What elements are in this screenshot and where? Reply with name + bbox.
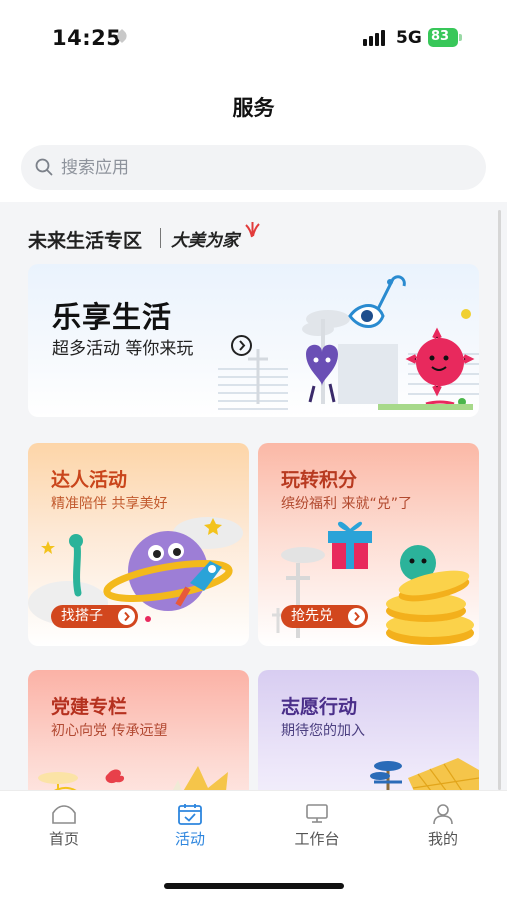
zone-divider [160,228,161,248]
card-title: 玩转积分 [281,469,358,491]
flower-logo-icon [245,222,260,238]
tab-bar: 首页 活动 工作台 我的 [0,790,507,900]
card-title: 达人活动 [51,469,128,491]
calendar-check-icon [178,804,202,825]
tab-label: 首页 [48,830,79,848]
card-subtitle: 缤纷福利 来就“兑”了 [281,496,412,512]
battery-level: 83 [431,29,450,44]
banner-lexiang[interactable]: 乐享生活 超多活动 等你来玩 [28,264,479,417]
home-icon [52,805,76,824]
card-daren-activity[interactable]: 达人活动 精准陪伴 共享美好 找搭子 [28,443,249,646]
button-label: 抢先兑 [291,608,333,624]
search-bar[interactable] [21,145,486,190]
card-party-building[interactable]: 党建专栏 初心向党 传承远望 [28,670,249,790]
banner-arrow-button[interactable] [231,335,252,356]
tab-workbench[interactable]: 工作台 [267,803,367,853]
page-title: 服务 [232,96,275,120]
network-type: 5G [396,28,422,48]
banner-title: 乐享生活 [52,300,173,334]
battery-icon: 83 [428,28,458,47]
tab-label: 活动 [174,830,205,848]
search-icon [35,158,53,176]
user-icon [433,804,453,825]
card-title: 党建专栏 [51,696,128,718]
chevron-right-icon [239,340,246,351]
zone-logo: 大美为家 [171,231,239,251]
card-subtitle: 精准陪伴 共享美好 [51,496,168,512]
redeem-button[interactable]: 抢先兑 [281,605,368,628]
tab-activity[interactable]: 活动 [140,803,240,853]
monitor-icon [306,804,328,823]
status-bar: 14:25 5G 83 [0,0,507,70]
search-input[interactable] [61,145,461,190]
chevron-right-icon [118,608,135,625]
zone-title: 未来生活专区 [28,230,143,252]
card-subtitle: 期待您的加入 [281,723,365,739]
status-time: 14:25 [52,26,122,50]
battery-cap [459,34,462,41]
tab-home[interactable]: 首页 [14,803,114,853]
scrollbar[interactable] [498,210,501,790]
banner-illustration [218,275,479,410]
chevron-right-icon [348,608,365,625]
tab-label: 工作台 [294,830,340,848]
tab-label: 我的 [427,830,458,848]
card-title: 志愿行动 [281,696,358,718]
card-subtitle: 初心向党 传承远望 [51,723,168,739]
signal-icon [363,30,389,46]
content-area[interactable]: 未来生活专区 大美为家 乐享生活 超多活动 等你来玩 达人活动 精准陪伴 共享美… [0,202,507,790]
banner-subtitle: 超多活动 等你来玩 [52,339,194,359]
card-points[interactable]: 玩转积分 缤纷福利 来就“兑”了 抢先兑 [258,443,479,646]
button-label: 找搭子 [61,608,103,624]
service-page: 14:25 5G 83 服务 未来生活专区 大美为家 [0,0,507,900]
tab-mine[interactable]: 我的 [393,803,493,853]
home-indicator[interactable] [164,883,344,889]
card-volunteer[interactable]: 志愿行动 期待您的加入 [258,670,479,790]
find-partner-button[interactable]: 找搭子 [51,605,138,628]
